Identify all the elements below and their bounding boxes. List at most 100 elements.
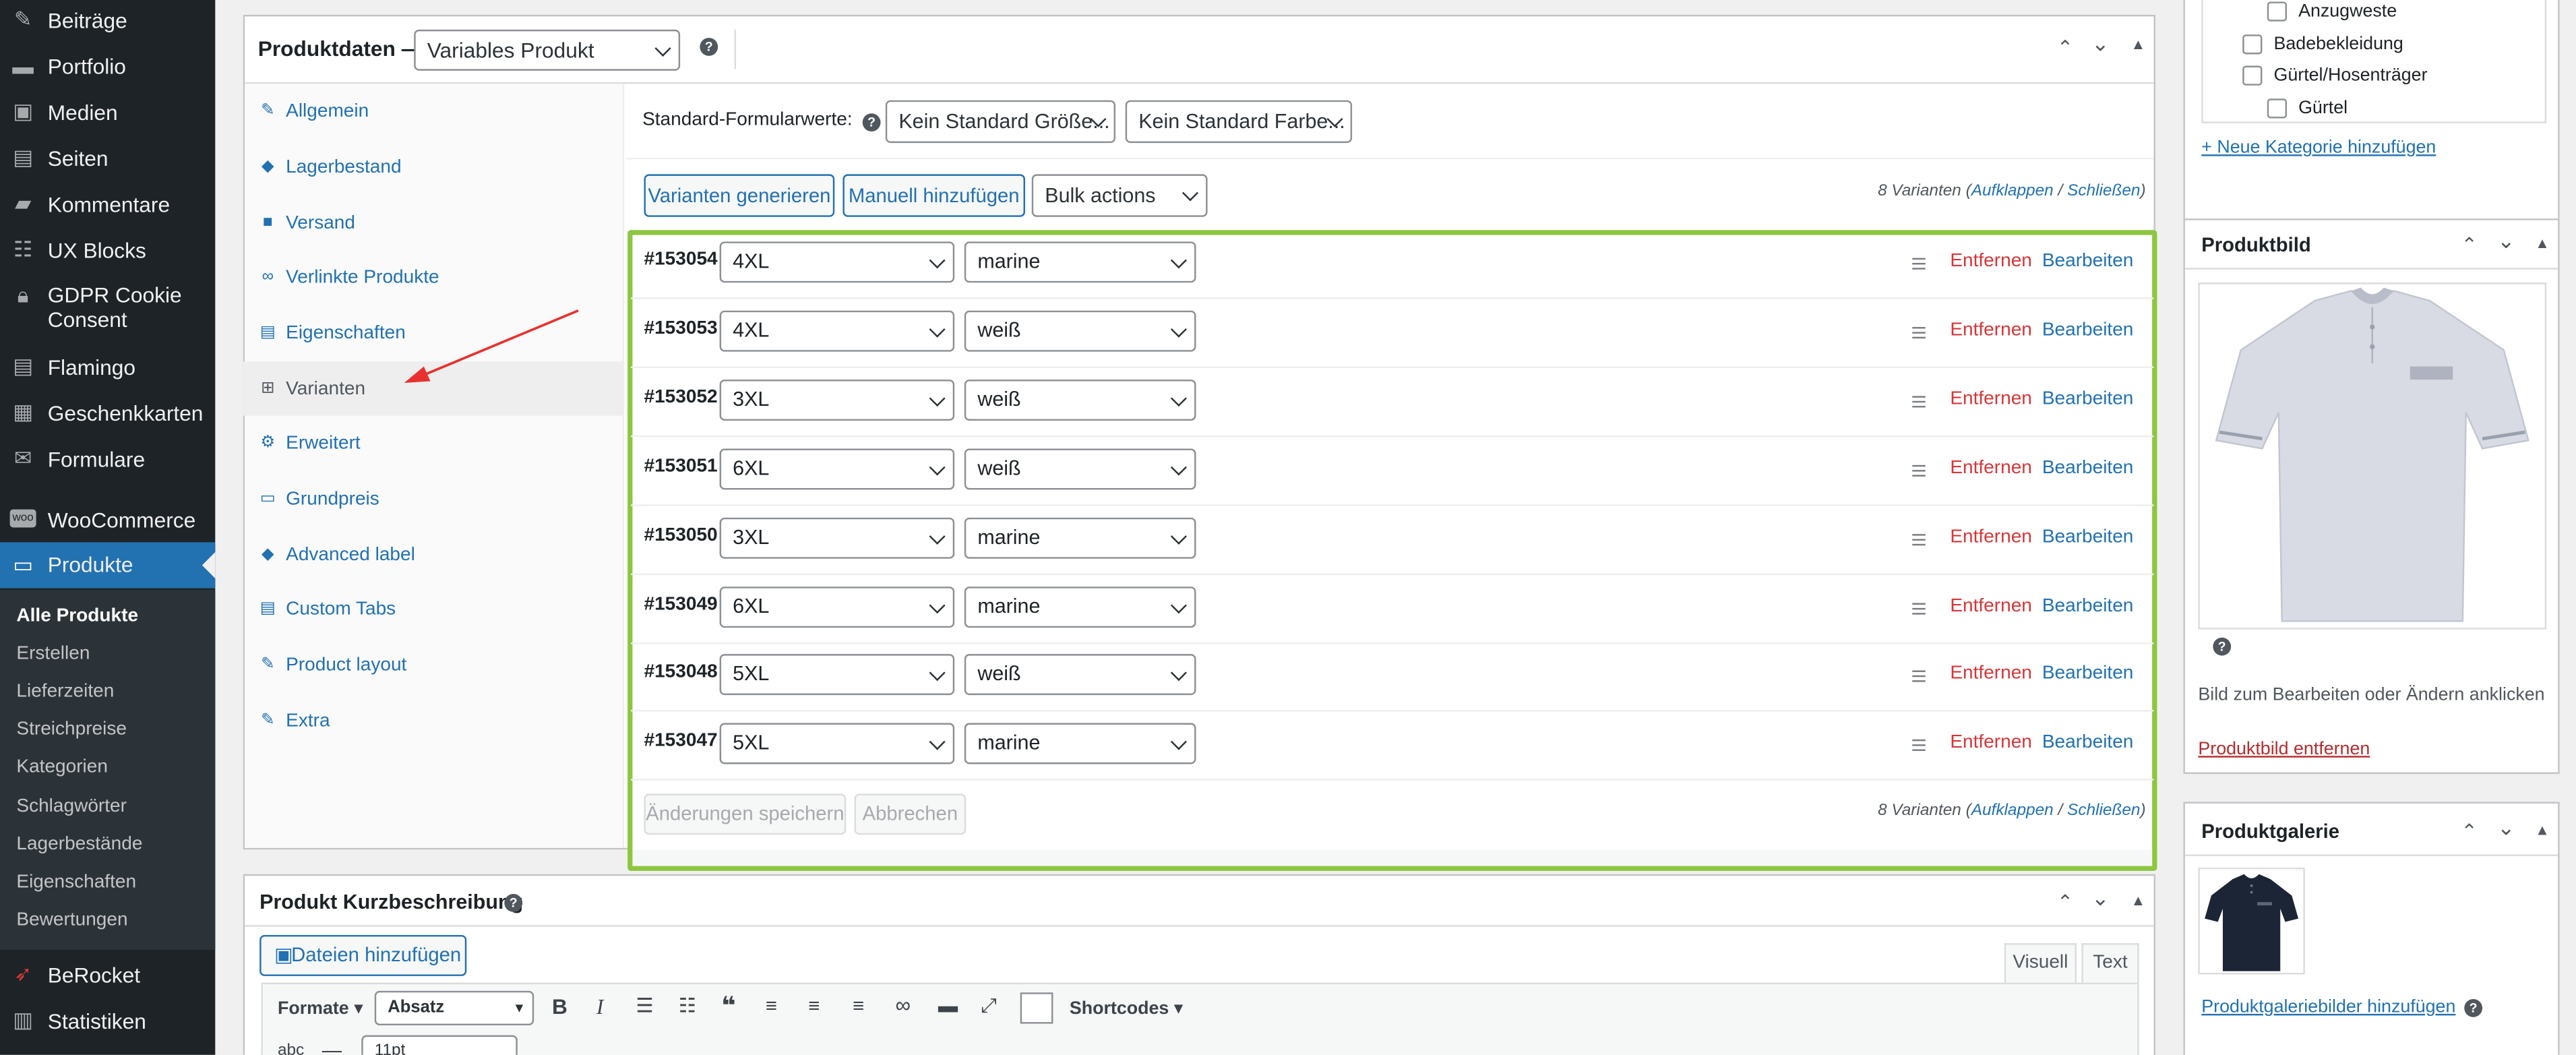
tab-versand[interactable]: ■ Versand [243,195,625,249]
edit-variation-link[interactable]: Bearbeiten [2042,527,2134,547]
variation-color-select[interactable]: weiß [964,654,1196,696]
formats-dropdown[interactable]: Formate ▾ [278,998,363,1019]
drag-handle-icon[interactable] [1912,603,1926,615]
menu-item-geschenkkarten[interactable]: ▦ Geschenkkarten [0,398,215,427]
remove-variation-link[interactable]: Entfernen [1950,597,2032,616]
category-checkbox[interactable] [2267,1,2287,22]
save-changes-button[interactable]: Änderungen speichern [644,793,847,835]
product-type-select[interactable]: Variables Produkt [414,29,681,71]
help-icon[interactable]: ? [700,38,718,56]
remove-variation-link[interactable]: Entfernen [1950,320,2032,340]
tab-advanced-label[interactable]: ◆ Advanced label [243,527,625,581]
toggle-panel-icon[interactable]: ▲ [2535,235,2550,251]
submenu-erstellen[interactable]: Erstellen [16,644,90,664]
expand-link[interactable]: Aufklappen [1971,802,2054,820]
tab-erweitert[interactable]: ⚙ Erweitert [243,416,625,470]
toggle-panel-icon[interactable]: ▲ [2130,893,2145,909]
submenu-schlagwoerter[interactable]: Schlagwörter [16,797,127,816]
move-down-icon[interactable]: ⌄ [2497,229,2515,255]
menu-item-produkte[interactable]: ▭ Produkte [0,542,216,589]
edit-variation-link[interactable]: Bearbeiten [2042,320,2134,340]
submenu-alle-produkte[interactable]: Alle Produkte [16,606,138,626]
remove-variation-link[interactable]: Entfernen [1950,458,2032,478]
add-manual-button[interactable]: Manuell hinzufügen [842,174,1025,217]
bullet-list-icon[interactable]: ☰ [636,994,653,1017]
move-up-icon[interactable]: ⌃ [2057,36,2074,59]
move-up-icon[interactable]: ⌃ [2057,891,2074,913]
menu-item-flamingo[interactable]: ▤ Flamingo [0,352,215,382]
drag-handle-icon[interactable] [1912,258,1926,270]
drag-handle-icon[interactable] [1912,670,1926,682]
submenu-streichpreise[interactable]: Streichpreise [16,720,127,740]
category-checkbox[interactable] [2242,34,2263,55]
tab-product-layout[interactable]: ✎ Product layout [243,638,625,692]
variation-color-select[interactable]: weiß [964,448,1196,490]
gallery-image[interactable] [2198,868,2305,975]
menu-item-medien[interactable]: ▣ Medien [0,97,215,127]
drag-handle-icon[interactable] [1912,464,1926,477]
menu-item-uxblocks[interactable]: ☷ UX Blocks [0,235,215,265]
menu-item-kommentare[interactable]: ▰ Kommentare [0,189,215,218]
variation-color-select[interactable]: weiß [964,310,1196,352]
italic-icon[interactable]: I [596,994,604,1021]
more-tag-icon[interactable]: ▬ [938,994,958,1017]
fullscreen-icon[interactable]: ⤢ [981,994,996,1019]
menu-item-beitraege[interactable]: ✎ Beiträge [0,5,215,34]
move-down-icon[interactable]: ⌄ [2497,815,2515,841]
align-right-icon[interactable]: ≡ [853,994,864,1017]
strikethrough-icon[interactable]: abc [278,1042,304,1055]
align-left-icon[interactable]: ≡ [766,994,777,1017]
drag-handle-icon[interactable] [1912,739,1926,751]
variation-size-select[interactable]: 4XL [719,241,955,283]
tab-verlinkte-produkte[interactable]: ∞ Verlinkte Produkte [243,250,625,304]
bulk-actions-select[interactable]: Bulk actions [1031,174,1208,217]
menu-item-portfolio[interactable]: ▬ Portfolio [0,51,215,81]
add-gallery-images-link[interactable]: Produktgaleriebilder hinzufügen [2201,998,2455,1017]
color-swatch[interactable] [1020,992,1053,1024]
tab-custom-tabs[interactable]: ▤ Custom Tabs [243,582,625,636]
remove-variation-link[interactable]: Entfernen [1950,390,2032,409]
edit-variation-link[interactable]: Bearbeiten [2042,664,2134,684]
variation-size-select[interactable]: 6XL [719,586,955,628]
edit-variation-link[interactable]: Bearbeiten [2042,733,2134,752]
variation-size-select[interactable]: 3XL [719,380,955,421]
variation-size-select[interactable]: 4XL [719,310,955,352]
move-down-icon[interactable]: ⌄ [2091,886,2110,912]
category-checkbox[interactable] [2242,65,2263,86]
variation-size-select[interactable]: 3XL [719,517,955,559]
variation-size-select[interactable]: 5XL [719,723,955,764]
tab-visual[interactable]: Visuell [2004,943,2077,983]
toggle-panel-icon[interactable]: ▲ [2130,36,2145,53]
submenu-lagerbestaende[interactable]: Lagerbestände [16,835,142,854]
move-up-icon[interactable]: ⌃ [2461,820,2478,843]
variation-color-select[interactable]: marine [964,586,1196,628]
edit-variation-link[interactable]: Bearbeiten [2042,597,2134,616]
cancel-button[interactable]: Abbrechen [854,793,967,835]
link-icon[interactable]: ∞ [895,992,911,1017]
add-media-button[interactable]: ▣ Dateien hinzufügen [259,934,467,976]
expand-link[interactable]: Aufklappen [1971,183,2054,201]
move-up-icon[interactable]: ⌃ [2461,233,2478,256]
variation-size-select[interactable]: 5XL [719,654,955,696]
variation-color-select[interactable]: marine [964,723,1196,764]
variation-color-select[interactable]: weiß [964,380,1196,421]
drag-handle-icon[interactable] [1912,534,1926,546]
category-checkbox[interactable] [2267,98,2287,119]
edit-variation-link[interactable]: Bearbeiten [2042,251,2134,271]
edit-variation-link[interactable]: Bearbeiten [2042,390,2134,409]
submenu-bewertungen[interactable]: Bewertungen [16,910,127,930]
move-down-icon[interactable]: ⌄ [2091,31,2110,57]
drag-handle-icon[interactable] [1912,396,1926,408]
collapse-link[interactable]: Schließen [2067,183,2140,201]
variation-color-select[interactable]: marine [964,517,1196,559]
drag-handle-icon[interactable] [1912,327,1926,339]
menu-item-gdpr[interactable]: 🔒︎ GDPR Cookie Consent [0,281,215,334]
menu-item-berocket[interactable]: ➶ BeRocket [0,960,215,990]
hr-icon[interactable]: — [322,1039,342,1055]
menu-item-woocommerce[interactable]: woo WooCommerce [0,504,215,534]
font-size-select[interactable]: 11pt [361,1035,518,1055]
product-image[interactable] [2198,282,2547,630]
paragraph-select[interactable]: Absatz ▼ [374,990,534,1025]
help-icon[interactable]: ? [504,894,523,912]
help-icon[interactable]: ? [862,113,881,131]
